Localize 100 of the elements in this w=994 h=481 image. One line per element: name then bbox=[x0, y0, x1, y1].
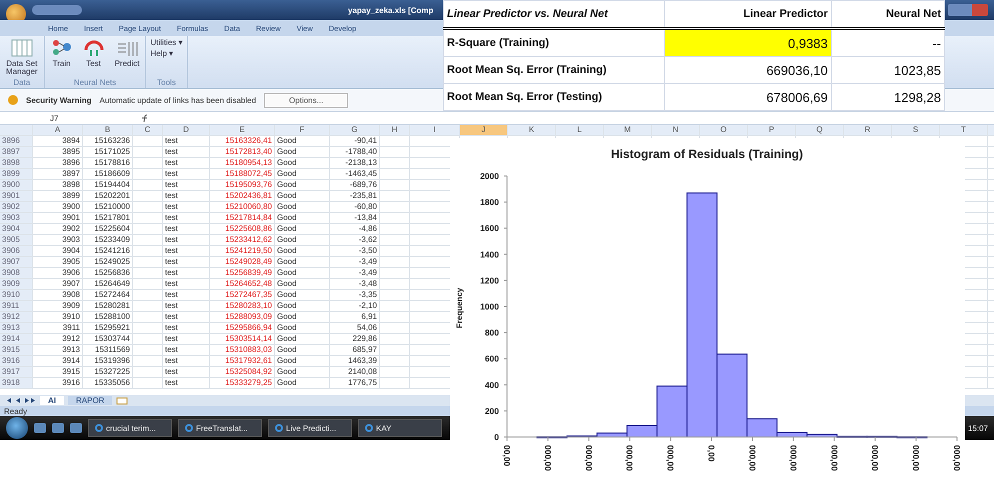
table-cell: 3915 bbox=[33, 367, 83, 377]
table-cell: 3895 bbox=[33, 147, 83, 157]
table-cell: Good bbox=[275, 169, 330, 179]
table-cell: 3900 bbox=[33, 202, 83, 212]
table-cell: 15171025 bbox=[83, 147, 133, 157]
table-cell: Good bbox=[275, 191, 330, 201]
table-cell: test bbox=[163, 356, 210, 366]
table-cell: 3901 bbox=[33, 213, 83, 223]
warning-message: Automatic update of links has been disabled bbox=[100, 96, 256, 104]
clock: 15:07 bbox=[968, 424, 988, 432]
table-cell: 15327225 bbox=[83, 367, 133, 377]
row-number: 3901 bbox=[0, 191, 33, 201]
table-cell: 3905 bbox=[33, 257, 83, 267]
table-cell: 15288100 bbox=[83, 312, 133, 322]
table-cell: -235,81 bbox=[330, 191, 380, 201]
table-cell: 3894 bbox=[33, 136, 83, 146]
row-number: 3902 bbox=[0, 202, 33, 212]
axis-label: 000,00 bbox=[788, 445, 798, 471]
row-label: Root Mean Sq. Error (Testing) bbox=[444, 84, 664, 110]
row-number: 3898 bbox=[0, 158, 33, 168]
table-cell: 15210060,80 bbox=[210, 202, 275, 212]
table-cell: 15310883,03 bbox=[210, 345, 275, 355]
window-title: yapay_zeka.xls [Comp bbox=[348, 6, 434, 14]
table-cell: Good bbox=[275, 268, 330, 278]
table-cell: 15180954,13 bbox=[210, 158, 275, 168]
table-cell: 15217801 bbox=[83, 213, 133, 223]
row-number: 3917 bbox=[0, 367, 33, 377]
status-text: Ready bbox=[4, 406, 28, 416]
table-cell: 15202436,81 bbox=[210, 191, 275, 201]
table-cell: test bbox=[163, 224, 210, 234]
row-number: 3905 bbox=[0, 235, 33, 245]
axis-label: 1600 bbox=[480, 223, 499, 234]
table-cell: Good bbox=[275, 334, 330, 344]
table-cell: -3,48 bbox=[330, 279, 380, 289]
table-cell: test bbox=[163, 290, 210, 300]
table-cell: 15241216 bbox=[83, 246, 133, 256]
axis-label: 000,00 bbox=[829, 445, 840, 471]
table-cell: 15335056 bbox=[83, 378, 133, 388]
table-cell: 15311569 bbox=[83, 345, 133, 355]
table-cell: Good bbox=[275, 246, 330, 256]
table-cell: Good bbox=[275, 158, 330, 168]
chart-title: Histogram of Residuals (Training) bbox=[610, 147, 804, 161]
axis-label: 1400 bbox=[480, 249, 499, 260]
row-number: 3907 bbox=[0, 257, 33, 267]
table-cell: test bbox=[163, 191, 210, 201]
table-cell: test bbox=[163, 158, 210, 168]
table-cell: 3897 bbox=[33, 169, 83, 179]
table-cell: 3909 bbox=[33, 301, 83, 311]
table-cell: test bbox=[163, 268, 210, 278]
table-cell: test bbox=[163, 257, 210, 267]
table-cell: 3913 bbox=[33, 345, 83, 355]
table-cell: 2140,08 bbox=[330, 367, 380, 377]
table-cell: 15319396 bbox=[83, 356, 133, 366]
warning-title: Security Warning bbox=[26, 96, 92, 104]
table-cell: -3,49 bbox=[330, 268, 380, 278]
row-label: Root Mean Sq. Error (Training) bbox=[444, 56, 664, 84]
table-cell: 15303744 bbox=[83, 334, 133, 344]
table-cell: 685,97 bbox=[330, 345, 380, 355]
table-cell: test bbox=[163, 147, 210, 157]
table-cell: -4,86 bbox=[330, 224, 380, 234]
row-number: 3900 bbox=[0, 180, 33, 190]
table-cell: test bbox=[163, 279, 210, 289]
axis-label: 2000 bbox=[480, 171, 499, 181]
table-cell: Good bbox=[275, 290, 330, 300]
table-cell: Good bbox=[275, 345, 330, 355]
table-cell: 3906 bbox=[33, 268, 83, 278]
table-cell: 0,9383 bbox=[664, 28, 832, 56]
table-cell: Good bbox=[275, 257, 330, 267]
table-cell: Good bbox=[275, 323, 330, 333]
axis-label: 1200 bbox=[480, 275, 499, 286]
axis-label: 1000 bbox=[480, 302, 499, 312]
column-header: Neural Net bbox=[831, 0, 944, 28]
table-cell: Good bbox=[275, 224, 330, 234]
table-cell: 3911 bbox=[33, 323, 83, 333]
table-cell: 15233409 bbox=[83, 235, 133, 245]
table-cell: test bbox=[163, 180, 210, 190]
group-label: Tools bbox=[156, 78, 177, 88]
table-cell: -2,10 bbox=[330, 301, 380, 311]
row-number: 3899 bbox=[0, 169, 33, 179]
table-cell: test bbox=[163, 378, 210, 388]
table-cell: 15225608,86 bbox=[210, 224, 275, 234]
row-label: R-Square (Training) bbox=[444, 28, 664, 56]
axis-label: 0 bbox=[494, 432, 499, 442]
row-number: 3911 bbox=[0, 301, 33, 311]
table-cell: 3908 bbox=[33, 290, 83, 300]
table-cell: 15241219,50 bbox=[210, 246, 275, 256]
axis-label: 200 bbox=[484, 406, 499, 416]
table-cell: 3907 bbox=[33, 279, 83, 289]
table-cell: 15256836 bbox=[83, 268, 133, 278]
table-cell: 15202201 bbox=[83, 191, 133, 201]
table-cell: 3914 bbox=[33, 356, 83, 366]
axis-label: 000,00 bbox=[911, 445, 922, 471]
axis-label: 800 bbox=[484, 328, 499, 338]
table-cell: -1463,45 bbox=[330, 169, 380, 179]
table-cell: -90,41 bbox=[330, 136, 380, 146]
table-cell: 3896 bbox=[33, 158, 83, 168]
table-cell: 15333279,25 bbox=[210, 378, 275, 388]
table-cell: 6,91 bbox=[330, 312, 380, 322]
table-cell: -689,76 bbox=[330, 180, 380, 190]
table-cell: -- bbox=[831, 28, 944, 56]
